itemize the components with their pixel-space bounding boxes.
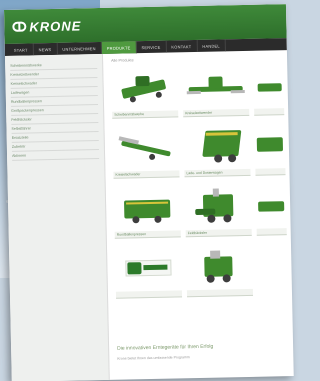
- krone-logo[interactable]: KRONE: [12, 18, 81, 34]
- nav-item-kontakt[interactable]: KONTAKT: [166, 39, 198, 53]
- product-tile[interactable]: Feldhäcksler: [185, 186, 252, 241]
- nav-item-start[interactable]: START: [8, 43, 34, 56]
- krone-logo-icon: [12, 21, 27, 32]
- product-tile[interactable]: [254, 125, 286, 180]
- product-tile[interactable]: [256, 185, 287, 240]
- loader-wagon-image: [183, 126, 250, 167]
- product-tile[interactable]: [253, 65, 285, 120]
- brand-name: KRONE: [29, 17, 82, 34]
- section-text: Krone bietet Ihnen das umfassende Progra…: [117, 355, 190, 361]
- product-grid: Scheibenmähwerke Kreiselzettwender Kreis…: [111, 65, 288, 303]
- sidebar-item[interactable]: Aktionen: [11, 150, 100, 161]
- product-overview: Alle Produkte Scheibenmähwerke Kreiselze…: [103, 50, 294, 380]
- nav-item-news[interactable]: NEWS: [33, 42, 58, 56]
- product-sidebar: Scheibenmähwerke Kreiselzettwender Kreis…: [4, 53, 110, 381]
- tedder-image: [182, 66, 249, 107]
- product-tile[interactable]: [186, 246, 254, 301]
- product-tile[interactable]: Scheibenmähwerke: [111, 67, 179, 122]
- product-tile[interactable]: Kreiselschwader: [113, 127, 180, 182]
- rake-image: [113, 127, 180, 168]
- big-x-logo-image: [115, 247, 182, 288]
- self-propelled-image: [186, 246, 253, 287]
- product-tile[interactable]: Lade- und Dosierwagen: [183, 126, 251, 181]
- nav-item-handel[interactable]: HANDEL: [197, 39, 226, 52]
- section-heading: Die innovativen Erntegeräte für Ihren Er…: [117, 343, 214, 352]
- product-tile[interactable]: Rundballenpressen: [114, 187, 181, 242]
- baler-image: [114, 187, 181, 228]
- product-tile[interactable]: Kreiselzettwender: [182, 66, 250, 121]
- nav-item-unternehmen[interactable]: UNTERNEHMEN: [57, 41, 102, 55]
- nav-item-service[interactable]: SERVICE: [136, 40, 167, 54]
- product-tile[interactable]: [115, 247, 183, 302]
- nav-item-produkte[interactable]: PRODUKTE: [101, 41, 137, 54]
- krone-website-window: KRONE START NEWS UNTERNEHMEN PRODUKTE SE…: [4, 4, 294, 381]
- mower-image: [111, 67, 178, 108]
- forage-harvester-image: [185, 186, 252, 227]
